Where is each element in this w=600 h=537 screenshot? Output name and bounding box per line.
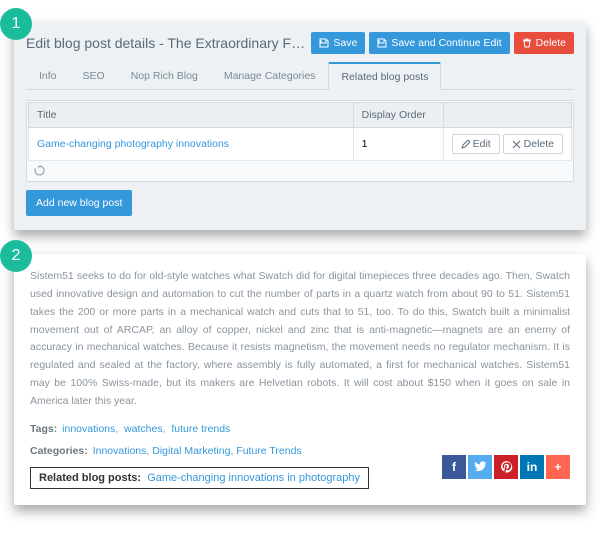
tags-label: Tags:	[30, 423, 57, 435]
tag-link[interactable]: innovations	[62, 423, 115, 435]
close-icon	[512, 140, 521, 149]
save-icon	[319, 38, 329, 48]
save-icon	[377, 38, 387, 48]
categories-label: Categories:	[30, 445, 88, 457]
pencil-icon	[461, 140, 470, 149]
facebook-icon[interactable]: f	[442, 455, 466, 479]
tag-link[interactable]: future trends	[171, 423, 230, 435]
tags-row: Tags: innovations, watches, future trend…	[30, 423, 570, 435]
linkedin-icon[interactable]: in	[520, 455, 544, 479]
col-actions	[443, 103, 571, 128]
row-title-link[interactable]: Game-changing photography innovations	[37, 138, 229, 150]
save-button[interactable]: Save	[311, 32, 365, 54]
blog-preview-panel: Sistem51 seeks to do for old-style watch…	[14, 254, 586, 505]
more-share-icon[interactable]: +	[546, 455, 570, 479]
post-body: Sistem51 seeks to do for old-style watch…	[30, 268, 570, 411]
related-posts-box: Related blog posts: Game-changing innova…	[30, 467, 369, 489]
add-blog-post-button[interactable]: Add new blog post	[26, 190, 132, 216]
tab-bar: Info SEO Nop Rich Blog Manage Categories…	[26, 62, 574, 90]
row-order: 1	[353, 128, 443, 161]
social-share: f in +	[442, 455, 570, 479]
step-badge-2: 2	[0, 240, 32, 272]
categories-row: Categories: Innovations, Digital Marketi…	[30, 445, 369, 457]
refresh-icon[interactable]	[34, 165, 566, 176]
table-row: Game-changing photography innovations 1 …	[29, 128, 572, 161]
tab-nop-rich-blog[interactable]: Nop Rich Blog	[118, 62, 211, 90]
page-title: Edit blog post details - The Extraordina…	[26, 35, 311, 51]
row-delete-button[interactable]: Delete	[503, 134, 563, 154]
related-label: Related blog posts:	[39, 472, 141, 484]
tab-seo[interactable]: SEO	[70, 62, 118, 90]
row-delete-label: Delete	[524, 138, 554, 150]
col-title[interactable]: Title	[29, 103, 354, 128]
save-continue-button[interactable]: Save and Continue Edit	[369, 32, 509, 54]
delete-button-label: Delete	[536, 37, 566, 49]
category-link[interactable]: Innovations	[93, 445, 147, 457]
category-link[interactable]: Future Trends	[236, 445, 301, 457]
related-posts-table: Title Display Order Game-changing photog…	[26, 100, 574, 182]
delete-button[interactable]: Delete	[514, 32, 574, 54]
row-edit-button[interactable]: Edit	[452, 134, 500, 154]
step-badge-1: 1	[0, 8, 32, 40]
col-order[interactable]: Display Order	[353, 103, 443, 128]
tab-manage-categories[interactable]: Manage Categories	[211, 62, 329, 90]
tab-info[interactable]: Info	[26, 62, 70, 90]
edit-blog-panel: Edit blog post details - The Extraordina…	[14, 22, 586, 230]
tab-related-posts[interactable]: Related blog posts	[328, 62, 441, 90]
category-link[interactable]: Digital Marketing	[152, 445, 230, 457]
pinterest-icon[interactable]	[494, 455, 518, 479]
twitter-icon[interactable]	[468, 455, 492, 479]
trash-icon	[522, 38, 532, 48]
save-button-label: Save	[333, 37, 357, 49]
tag-link[interactable]: watches	[124, 423, 163, 435]
row-edit-label: Edit	[473, 138, 491, 150]
related-post-link[interactable]: Game-changing innovations in photography	[147, 472, 360, 484]
save-continue-label: Save and Continue Edit	[391, 37, 501, 49]
